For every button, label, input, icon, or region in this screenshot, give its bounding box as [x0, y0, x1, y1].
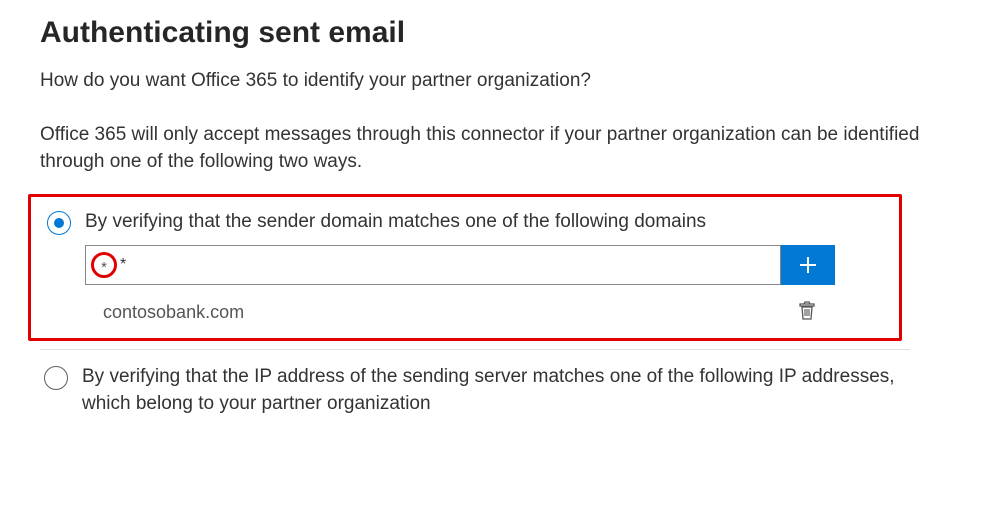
- domain-list-item-text: contosobank.com: [103, 302, 244, 323]
- option-domain[interactable]: By verifying that the sender domain matc…: [47, 209, 883, 333]
- page-title: Authenticating sent email: [40, 16, 955, 50]
- domain-list-item: contosobank.com: [85, 293, 835, 332]
- domain-input[interactable]: [85, 245, 781, 285]
- option-separator: [40, 349, 910, 350]
- add-domain-button[interactable]: [781, 245, 835, 285]
- description-text: Office 365 will only accept messages thr…: [40, 121, 955, 176]
- delete-domain-button[interactable]: [797, 299, 817, 326]
- plus-icon: [798, 255, 818, 275]
- annotation-highlight-box: By verifying that the sender domain matc…: [28, 194, 902, 342]
- radio-domain[interactable]: [47, 211, 71, 235]
- trash-icon: [797, 299, 817, 321]
- option-domain-label: By verifying that the sender domain matc…: [85, 209, 883, 236]
- option-ip[interactable]: By verifying that the IP address of the …: [44, 364, 944, 417]
- lead-question: How do you want Office 365 to identify y…: [40, 68, 955, 95]
- radio-ip[interactable]: [44, 366, 68, 390]
- option-ip-label: By verifying that the IP address of the …: [82, 364, 902, 417]
